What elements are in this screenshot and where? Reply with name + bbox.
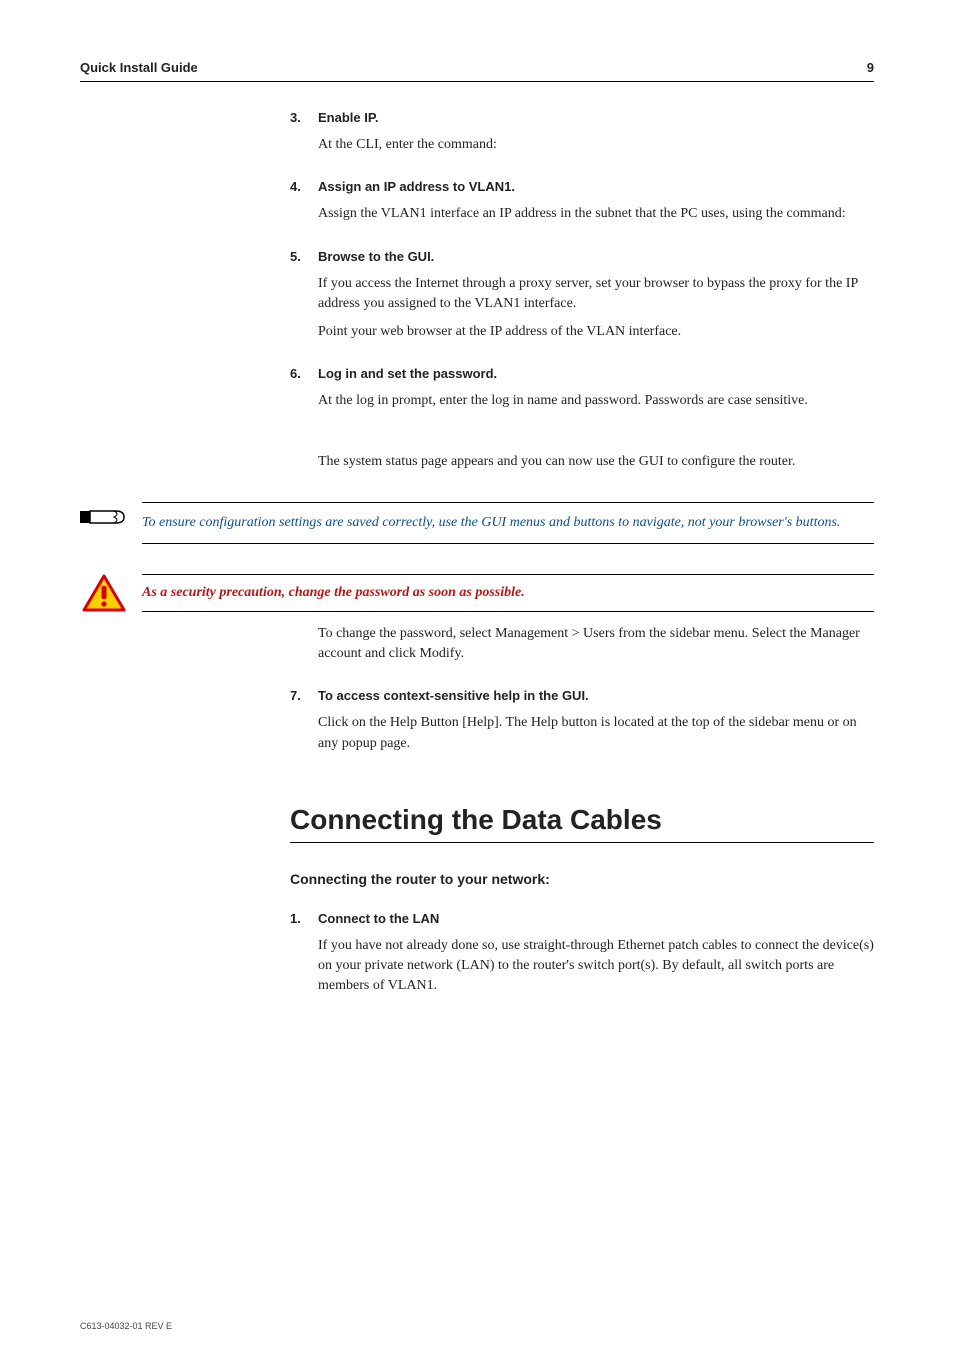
pointing-hand-icon xyxy=(80,502,128,532)
step-5-body-1: If you access the Internet through a pro… xyxy=(318,274,874,315)
warning-callout: As a security precaution, change the pas… xyxy=(80,574,874,614)
section-heading: Connecting the Data Cables xyxy=(290,804,874,836)
step-6-heading: 6.Log in and set the password. xyxy=(290,366,874,381)
warning-text: As a security precaution, change the pas… xyxy=(142,574,874,612)
running-header: Quick Install Guide xyxy=(80,60,198,75)
step-4-body: Assign the VLAN1 interface an IP address… xyxy=(318,204,874,224)
header-rule xyxy=(80,81,874,82)
note-text: To ensure configuration settings are sav… xyxy=(142,502,874,544)
step-7-body: Click on the Help Button [Help]. The Hel… xyxy=(318,713,874,754)
step-6-body-1: At the log in prompt, enter the log in n… xyxy=(318,391,874,411)
step-3-body: At the CLI, enter the command: xyxy=(318,135,874,155)
section-step-1-body: If you have not already done so, use str… xyxy=(318,936,874,997)
section-subhead: Connecting the router to your network: xyxy=(290,871,874,887)
step-5-body-2: Point your web browser at the IP address… xyxy=(318,322,874,342)
step-3-heading: 3.Enable IP. xyxy=(290,110,874,125)
footer-text: C613-04032-01 REV E xyxy=(80,1321,172,1331)
section-rule xyxy=(290,842,874,843)
note-callout: To ensure configuration settings are sav… xyxy=(80,502,874,544)
step-5-heading: 5.Browse to the GUI. xyxy=(290,249,874,264)
step-4-heading: 4.Assign an IP address to VLAN1. xyxy=(290,179,874,194)
step-6-body-2: The system status page appears and you c… xyxy=(318,452,874,472)
section-step-1-heading: 1.Connect to the LAN xyxy=(290,911,874,926)
step-7-heading: 7.To access context-sensitive help in th… xyxy=(290,688,874,703)
warning-triangle-icon xyxy=(80,574,128,614)
page-number: 9 xyxy=(867,60,874,75)
warning-followup: To change the password, select Managemen… xyxy=(318,624,874,665)
